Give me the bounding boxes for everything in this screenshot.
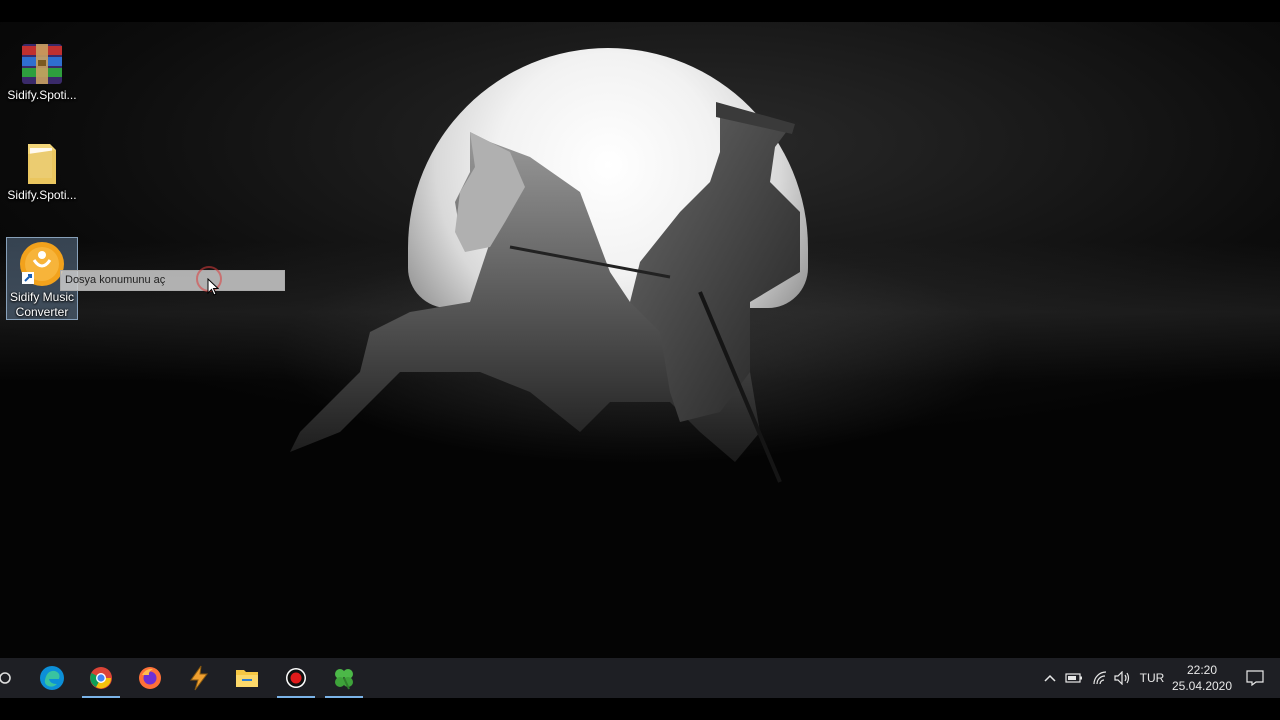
firefox-icon [139,667,161,689]
desktop-icon-sidify-folder[interactable]: Sidify.Spoti... [6,142,78,212]
desktop-icon-sidify-archive[interactable]: Sidify.Spoti... [6,42,78,112]
tray-overflow-button[interactable] [1040,658,1060,698]
taskbar-clover-button[interactable] [321,658,367,698]
winrar-archive-icon [22,44,62,84]
speaker-icon [1114,671,1130,685]
taskbar-edge-button[interactable] [29,658,75,698]
language-indicator: TUR [1139,671,1165,685]
letterbox-bottom [0,698,1280,720]
desktop[interactable]: Sidify.Spoti... Sidify.Spoti... Sidify M… [0,22,1280,658]
tray-language-button[interactable]: TUR [1137,658,1167,698]
tray-volume-button[interactable] [1112,658,1134,698]
file-explorer-icon [236,670,258,687]
edge-icon [40,666,64,690]
wifi-icon [1093,671,1107,685]
tray-battery-button[interactable] [1063,658,1085,698]
taskbar: TUR 22:20 25.04.2020 [0,658,1280,698]
taskbar-search-button[interactable] [0,658,28,698]
mouse-cursor-icon [207,278,219,296]
desktop-icon-label: Sidify.Spoti... [7,88,77,102]
taskbar-recorder-button[interactable] [273,658,319,698]
chrome-icon [90,667,112,689]
taskbar-lightning-button[interactable] [176,658,222,698]
taskbar-file-explorer-button[interactable] [224,658,270,698]
clock-date: 25.04.2020 [1171,679,1233,693]
clover-icon [335,669,353,690]
taskbar-firefox-button[interactable] [127,658,173,698]
letterbox-top [0,0,1280,22]
folder-icon [28,144,56,184]
chevron-up-icon [1044,674,1056,682]
tooltip-open-file-location: Dosya konumunu aç [60,270,285,291]
clock-time: 22:20 [1186,663,1218,677]
tray-network-button[interactable] [1089,658,1111,698]
desktop-icon-label: Sidify Music Converter [10,290,75,319]
taskbar-chrome-button[interactable] [78,658,124,698]
wallpaper-equestrian-statue [290,102,800,483]
lightning-icon [190,665,208,691]
desktop-icon-label: Sidify.Spoti... [7,188,77,202]
tray-clock[interactable]: 22:20 25.04.2020 [1170,658,1234,698]
tray-action-center-button[interactable] [1242,658,1268,698]
record-icon [286,668,306,688]
tooltip-text: Dosya konumunu aç [65,274,166,286]
notification-icon [1246,670,1264,686]
battery-charging-icon [1065,673,1082,683]
search-circle-icon [0,672,11,684]
